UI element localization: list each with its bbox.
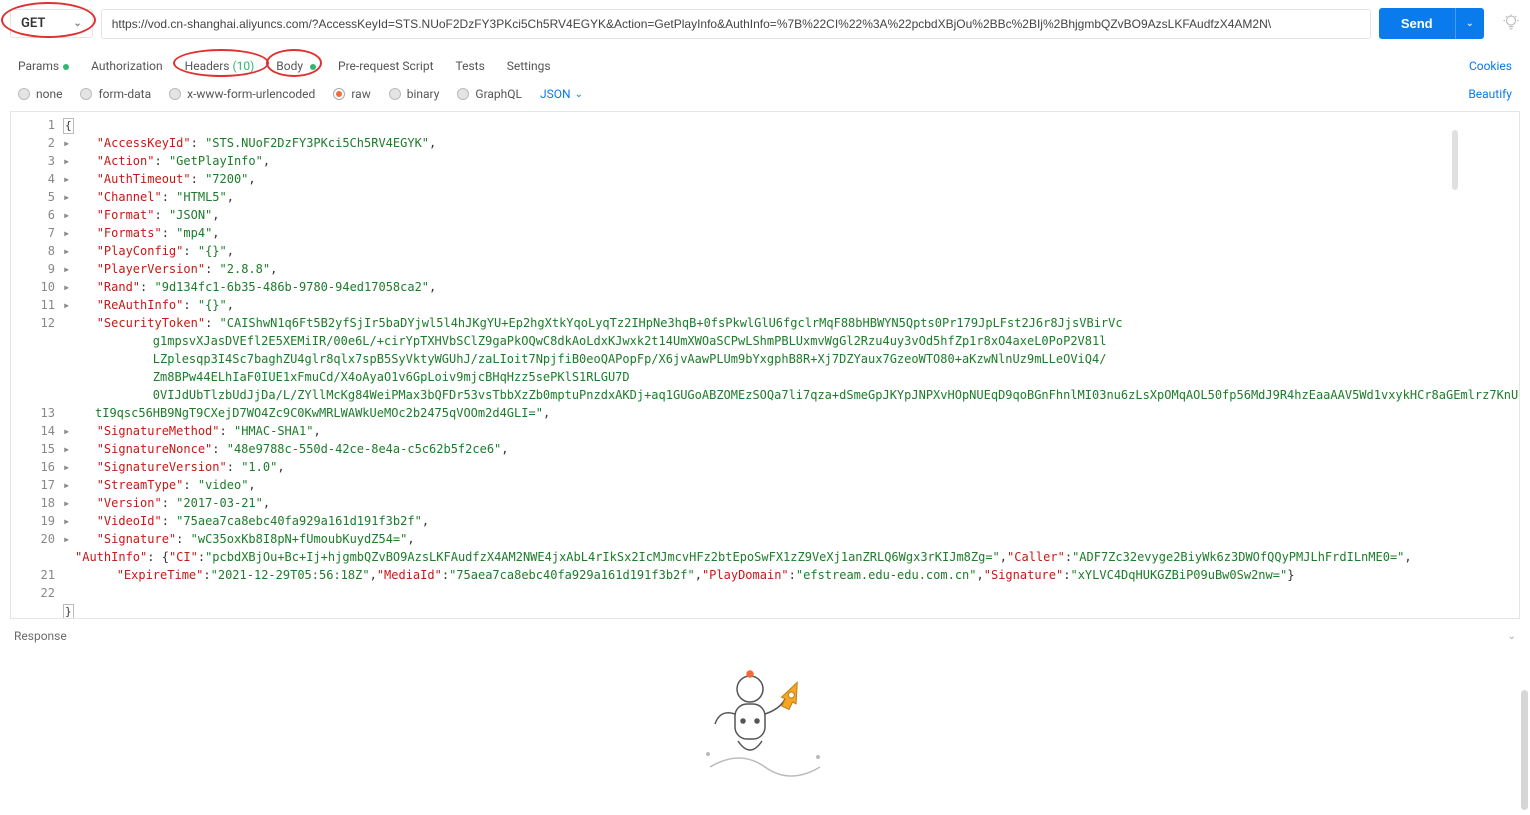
response-label: Response (14, 629, 67, 643)
chevron-down-icon: ⌄ (575, 89, 583, 100)
body-type-none[interactable]: none (18, 87, 62, 101)
editor-scrollbar[interactable] (1452, 130, 1458, 190)
tab-headers[interactable]: Headers (10) (185, 51, 255, 81)
line-gutter: 12345678910111213141516171819202122 (11, 112, 63, 618)
page-scrollbar[interactable] (1521, 690, 1528, 810)
cookies-link[interactable]: Cookies (1469, 51, 1512, 81)
send-button[interactable]: Send (1379, 8, 1455, 39)
annotation-oval (1, 2, 96, 38)
body-type-urlencoded[interactable]: x-www-form-urlencoded (169, 87, 315, 101)
url-input[interactable] (101, 9, 1371, 39)
http-method-label: GET (21, 16, 45, 31)
raw-format-select[interactable]: JSON⌄ (540, 87, 583, 101)
chevron-down-icon[interactable]: ⌄ (1508, 631, 1516, 642)
send-button-group: Send ⌄ (1379, 8, 1484, 39)
response-empty-illustration (0, 653, 1530, 779)
http-method-select[interactable]: GET ⌄ (10, 9, 93, 38)
send-dropdown-button[interactable]: ⌄ (1455, 8, 1484, 39)
body-type-formdata[interactable]: form-data (80, 87, 151, 101)
beautify-link[interactable]: Beautify (1468, 87, 1512, 101)
body-type-graphql[interactable]: GraphQL (457, 87, 522, 101)
lightbulb-icon[interactable] (1502, 13, 1520, 35)
body-type-raw[interactable]: raw (333, 87, 370, 101)
code-area[interactable]: {▸ "AccessKeyId": "STS.NUoF2DzFY3PKci5Ch… (63, 112, 1519, 618)
tab-body[interactable]: Body (276, 51, 316, 81)
tab-authorization[interactable]: Authorization (91, 51, 163, 81)
body-type-binary[interactable]: binary (389, 87, 440, 101)
chevron-down-icon: ⌄ (73, 18, 81, 29)
tab-prerequest[interactable]: Pre-request Script (338, 51, 433, 81)
tab-tests[interactable]: Tests (456, 51, 485, 81)
tab-params[interactable]: Params (18, 51, 69, 81)
tab-settings[interactable]: Settings (507, 51, 551, 81)
json-editor[interactable]: 12345678910111213141516171819202122 {▸ "… (10, 111, 1520, 619)
